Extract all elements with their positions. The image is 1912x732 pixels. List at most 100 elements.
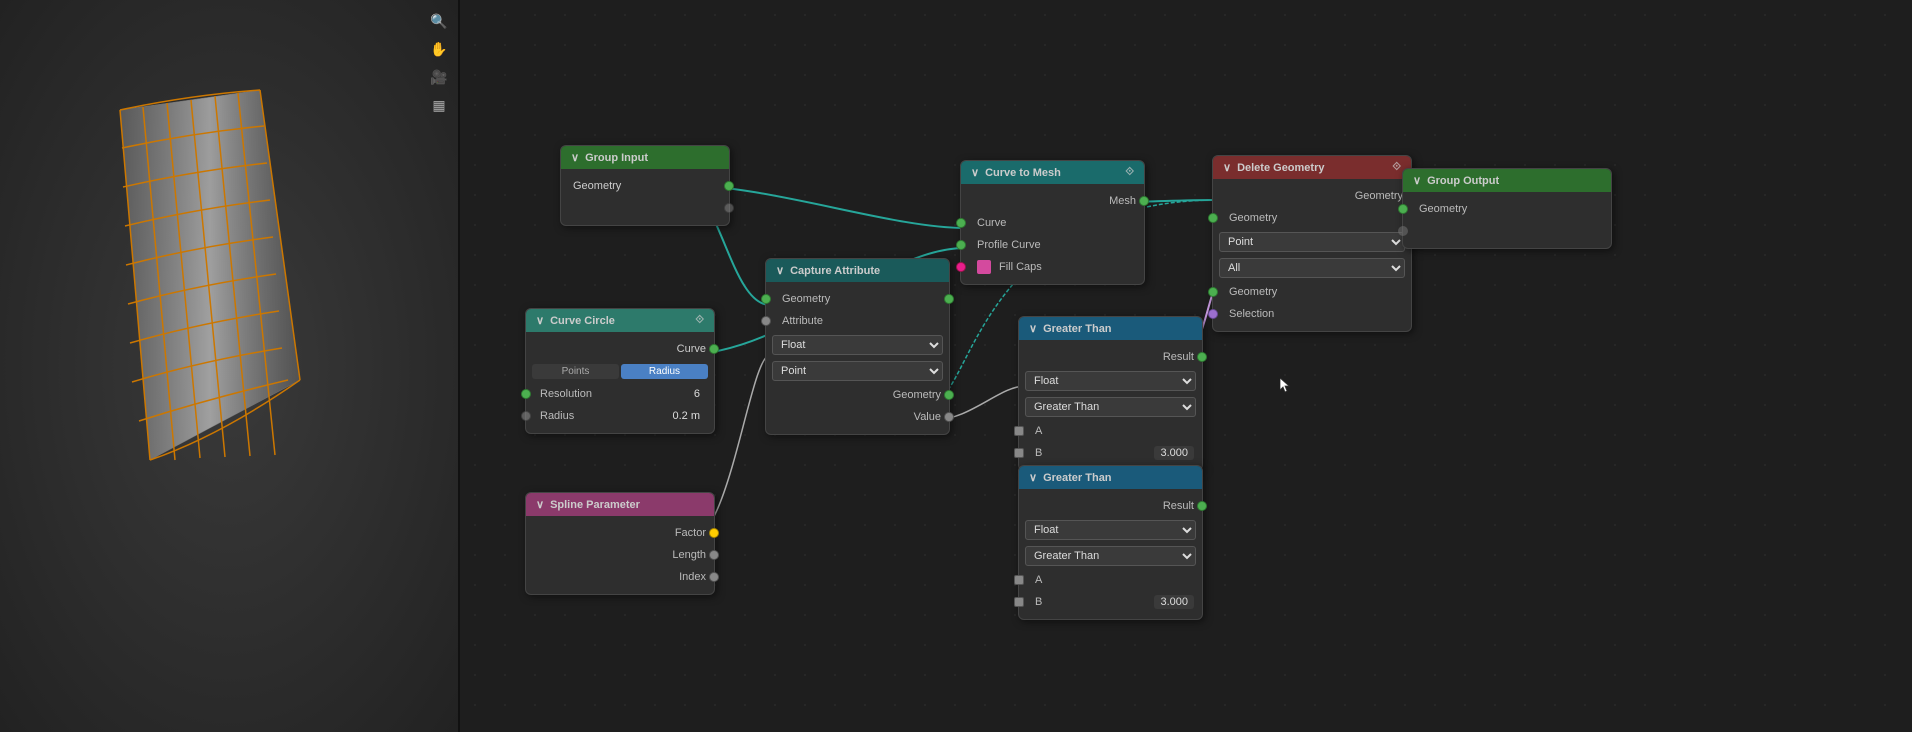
pan-icon[interactable]: ✋ — [428, 38, 450, 60]
group-input-icon: ∨ — [571, 151, 579, 164]
group-input-geometry-row: Geometry — [561, 175, 729, 197]
gt2-dropdown1-row[interactable]: Float — [1019, 517, 1202, 543]
gt2-a-socket[interactable] — [1014, 575, 1024, 585]
curve-circle-curve-row: Curve — [526, 338, 714, 360]
capture-domain-dropdown[interactable]: Point Edge Face — [772, 361, 943, 381]
tab-radius[interactable]: Radius — [621, 364, 708, 379]
ctm-fillcaps-socket[interactable] — [956, 262, 966, 272]
spline-length-socket — [709, 550, 719, 560]
group-input-body: Geometry — [561, 169, 729, 225]
group-input-bottom-row — [561, 197, 729, 219]
gt2-a-row: A — [1019, 569, 1202, 591]
ctm-profile-row: Profile Curve — [961, 234, 1144, 256]
gt2-result-socket[interactable] — [1197, 501, 1207, 511]
dg-mode-dropdown[interactable]: Point Edge Face — [1219, 232, 1405, 252]
curve-to-mesh-node: ∨ Curve to Mesh ⟐ Mesh Curve Profile Cur… — [960, 160, 1145, 285]
capture-value-socket[interactable] — [944, 412, 954, 422]
capture-geo-out-socket2[interactable] — [944, 390, 954, 400]
capture-type-dropdown[interactable]: Float Vector Color — [772, 335, 943, 355]
ctm-curve-socket[interactable] — [956, 218, 966, 228]
spline-factor-socket[interactable] — [709, 528, 719, 538]
go-geo-label: Geometry — [1411, 203, 1467, 215]
viewport-toolbar: 🔍 ✋ 🎥 ▦ — [428, 10, 450, 116]
gt2-a-label: A — [1027, 574, 1042, 586]
capture-dropdown2-row[interactable]: Point Edge Face — [766, 358, 949, 384]
curve-circle-body: Curve Points Radius Resolution 6 Radius … — [526, 332, 714, 433]
radius-value: 0.2 m — [672, 410, 700, 422]
gt1-arrow: ∨ — [1029, 322, 1037, 335]
capture-geo-out-row: Geometry — [766, 384, 949, 406]
curve-circle-resolution-socket — [521, 389, 531, 399]
dg-geo2-socket[interactable] — [1208, 287, 1218, 297]
capture-geo-out-socket[interactable] — [944, 294, 954, 304]
capture-attribute-node: ∨ Capture Attribute Geometry Attribute F… — [765, 258, 950, 435]
capture-value-out-row: Value — [766, 406, 949, 428]
gt1-result-label: Result — [1163, 351, 1194, 363]
gt1-result-socket[interactable] — [1197, 352, 1207, 362]
delete-geo-body: Geometry Geometry Point Edge Face All On… — [1213, 179, 1411, 331]
delete-geometry-node: ∨ Delete Geometry ⟐ Geometry Geometry Po… — [1212, 155, 1412, 332]
capture-value-label: Value — [914, 411, 941, 423]
spline-parameter-node: ∨ Spline Parameter Factor Length Index — [525, 492, 715, 595]
gt2-b-socket[interactable] — [1014, 597, 1024, 607]
ctm-profile-socket[interactable] — [956, 240, 966, 250]
dg-dropdown1-row[interactable]: Point Edge Face — [1213, 229, 1411, 255]
dg-selection-socket[interactable] — [1208, 309, 1218, 319]
group-output-arrow: ∨ — [1413, 174, 1421, 187]
capture-attr-in-socket[interactable] — [761, 316, 771, 326]
ctm-fillcaps-label: Fill Caps — [995, 261, 1042, 273]
dg-geo2-label: Geometry — [1221, 286, 1277, 298]
capture-geo-in-label: Geometry — [774, 293, 830, 305]
dg-scope-dropdown[interactable]: All Only Realized — [1219, 258, 1405, 278]
gt1-a-socket[interactable] — [1014, 426, 1024, 436]
go-extra-socket — [1398, 226, 1408, 236]
dg-geo-in-label: Geometry — [1221, 212, 1277, 224]
curve-circle-radius-row: Radius 0.2 m — [526, 405, 714, 427]
gt1-dropdown1-row[interactable]: Float — [1019, 368, 1202, 394]
gt1-op-dropdown[interactable]: Greater Than — [1025, 397, 1196, 417]
capture-attr-body: Geometry Attribute Float Vector Color Po… — [766, 282, 949, 434]
dg-geo-in-socket[interactable] — [1208, 213, 1218, 223]
dg-geo-out-row: Geometry — [1213, 185, 1411, 207]
gt1-type-dropdown[interactable]: Float — [1025, 371, 1196, 391]
go-geo-row: Geometry — [1403, 198, 1611, 220]
capture-dropdown1-row[interactable]: Float Vector Color — [766, 332, 949, 358]
capture-geo-in-socket[interactable] — [761, 294, 771, 304]
spline-index-socket — [709, 572, 719, 582]
gt1-a-row: A — [1019, 420, 1202, 442]
gt1-b-value: 3.000 — [1154, 446, 1194, 460]
go-geo-socket[interactable] — [1398, 204, 1408, 214]
gt2-op-dropdown[interactable]: Greater Than — [1025, 546, 1196, 566]
grid-icon[interactable]: ▦ — [428, 94, 450, 116]
ctm-fillcaps-row: Fill Caps — [961, 256, 1144, 278]
gt2-body: Result Float Greater Than A B — [1019, 489, 1202, 619]
gt2-type-dropdown[interactable]: Float — [1025, 520, 1196, 540]
ctm-curve-in-row: Curve — [961, 212, 1144, 234]
gt1-result-row: Result — [1019, 346, 1202, 368]
curve-circle-tabs-row[interactable]: Points Radius — [526, 360, 714, 383]
camera-icon[interactable]: 🎥 — [428, 66, 450, 88]
gt2-title: Greater Than — [1043, 472, 1111, 484]
dg-dropdown2-row[interactable]: All Only Realized — [1213, 255, 1411, 281]
delete-geo-title: Delete Geometry — [1237, 162, 1324, 174]
curve-to-mesh-header: ∨ Curve to Mesh ⟐ — [961, 161, 1144, 184]
gt1-dropdown2-row[interactable]: Greater Than — [1019, 394, 1202, 420]
gt1-b-socket[interactable] — [1014, 448, 1024, 458]
gt1-a-label: A — [1027, 425, 1042, 437]
resolution-label: Resolution — [540, 388, 592, 400]
delete-geo-header: ∨ Delete Geometry ⟐ — [1213, 156, 1411, 179]
ctm-fillcaps-checkbox — [977, 260, 991, 274]
capture-attr-in-label: Attribute — [774, 315, 823, 327]
ctm-mesh-out-row: Mesh — [961, 190, 1144, 212]
ctm-profile-label: Profile Curve — [969, 239, 1041, 251]
greater-than-1-node: ∨ Greater Than Result Float Greater Than… — [1018, 316, 1203, 471]
spline-param-header: ∨ Spline Parameter — [526, 493, 714, 516]
gt2-arrow: ∨ — [1029, 471, 1037, 484]
curve-circle-curve-socket[interactable] — [709, 344, 719, 354]
tab-points[interactable]: Points — [532, 364, 619, 379]
ctm-mesh-socket[interactable] — [1139, 196, 1149, 206]
gt2-result-row: Result — [1019, 495, 1202, 517]
group-input-geometry-socket[interactable] — [724, 181, 734, 191]
zoom-icon[interactable]: 🔍 — [428, 10, 450, 32]
gt2-dropdown2-row[interactable]: Greater Than — [1019, 543, 1202, 569]
